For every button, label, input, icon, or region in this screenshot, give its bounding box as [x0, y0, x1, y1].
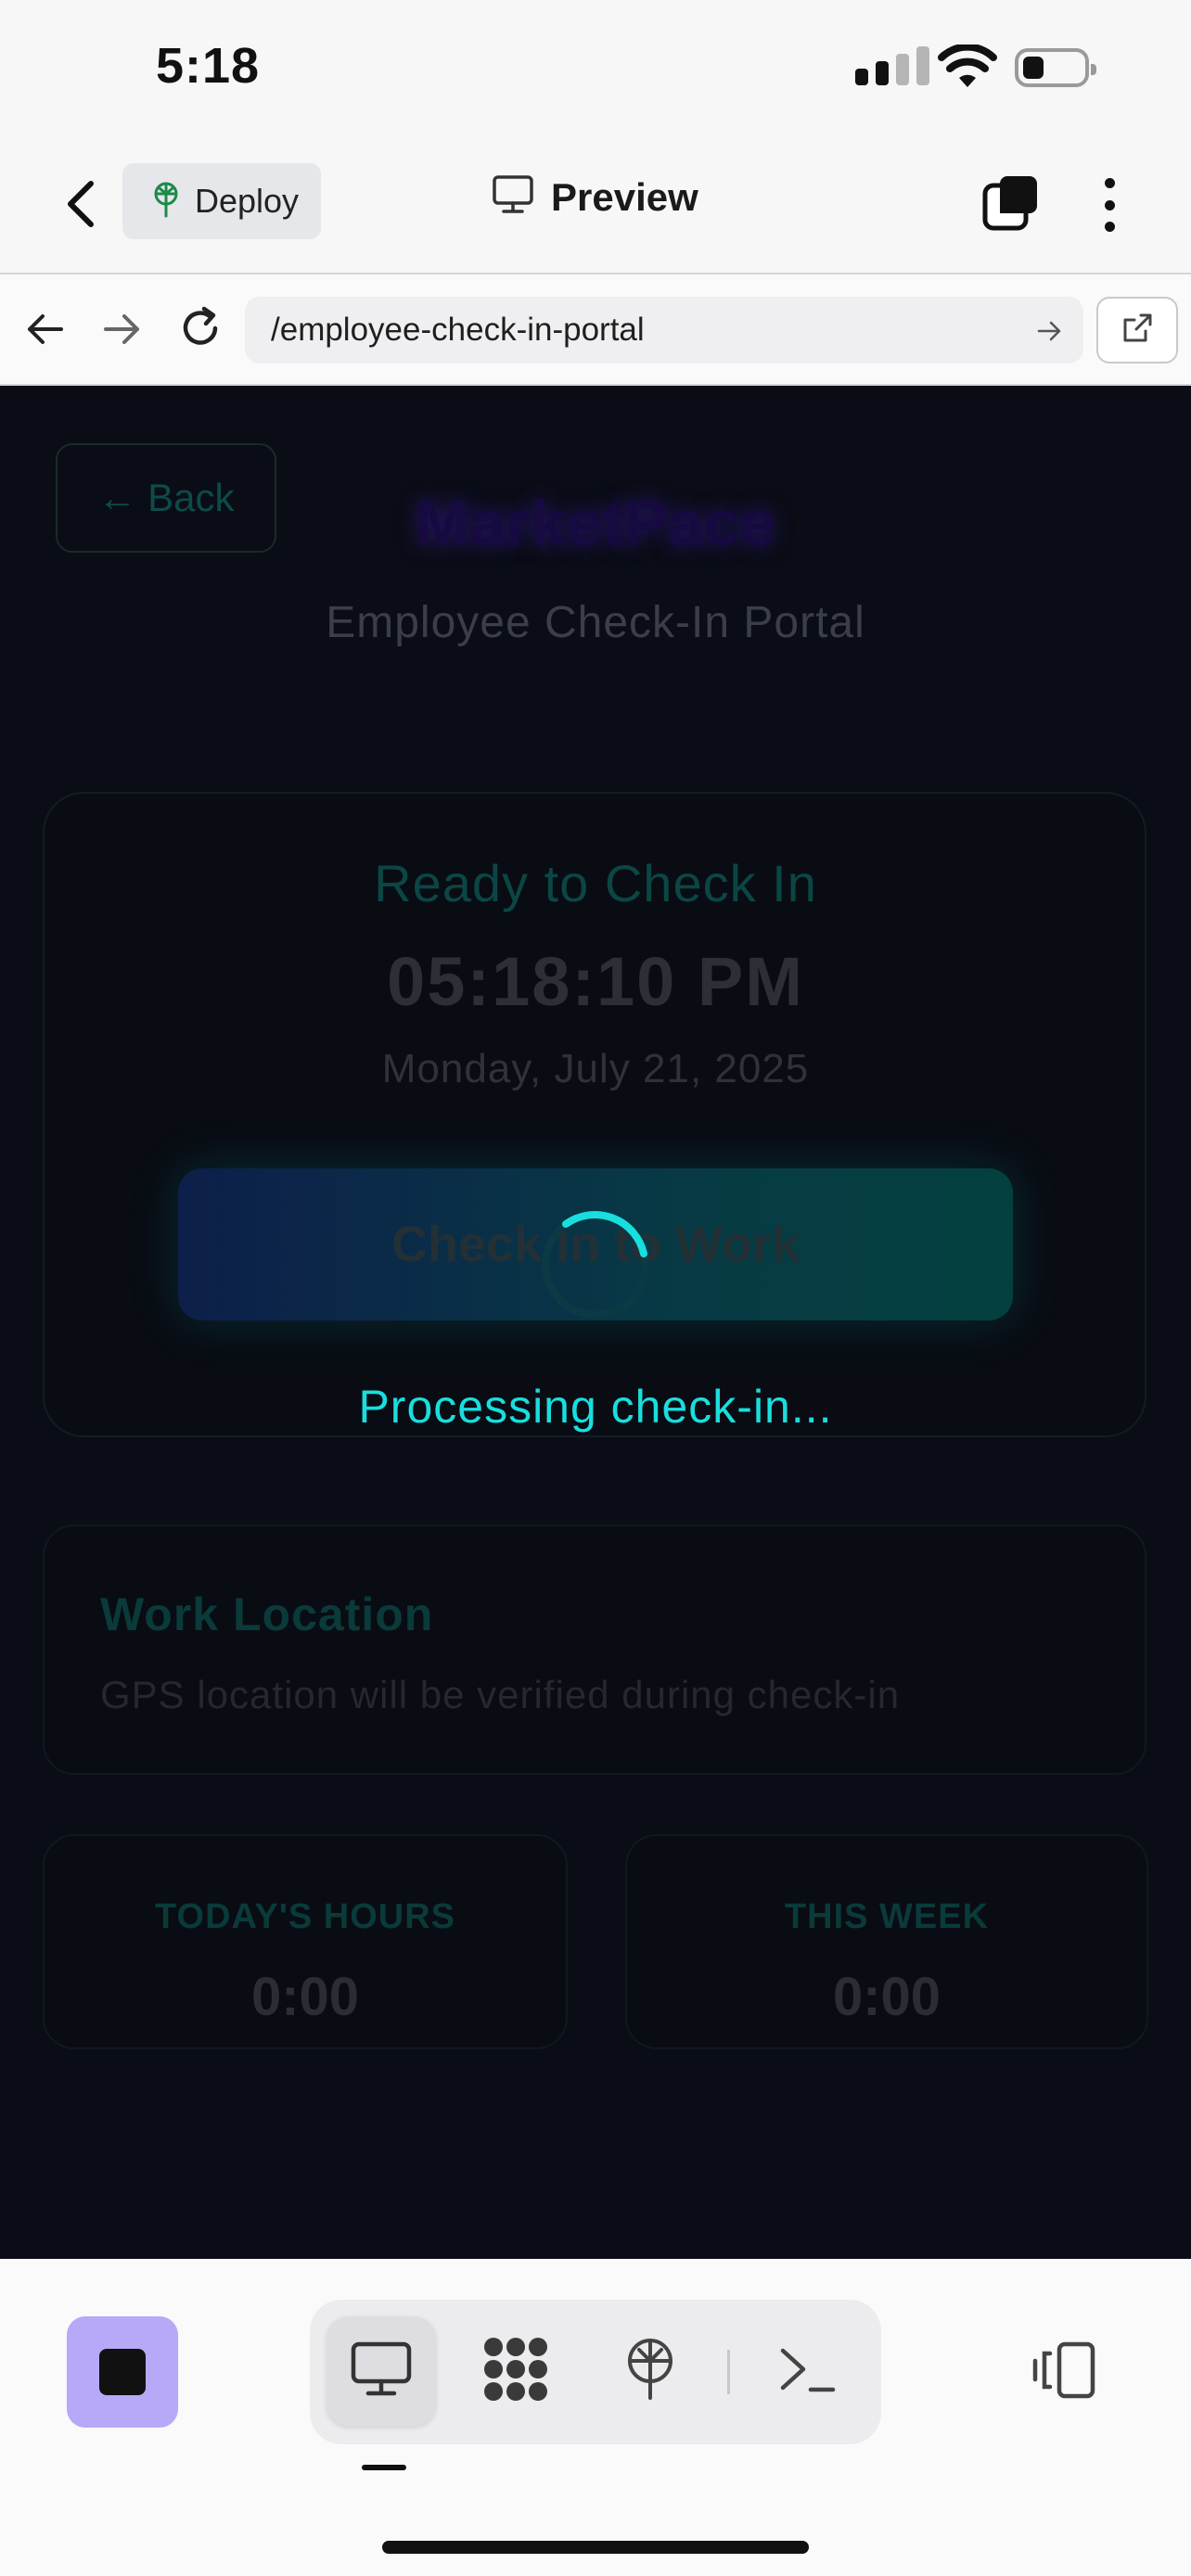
- deploy-icon: [622, 2337, 678, 2406]
- deploy-view-button[interactable]: [596, 2316, 705, 2426]
- external-link-icon: [1121, 312, 1154, 350]
- preview-label: Preview: [551, 174, 698, 219]
- work-location-description: GPS location will be verified during che…: [100, 1673, 901, 1716]
- terminal-icon: [777, 2343, 839, 2400]
- monitor-icon: [492, 174, 534, 220]
- active-tab-indicator: [362, 2465, 406, 2470]
- grid-view-button[interactable]: [461, 2316, 570, 2426]
- device-toggle-icon[interactable]: [1031, 2340, 1096, 2404]
- brand-logo: MarketPace: [415, 487, 776, 559]
- tabs-icon[interactable]: [981, 172, 1041, 236]
- work-location-title: Work Location: [100, 1588, 434, 1640]
- page-back-button[interactable]: ← Back: [56, 443, 276, 553]
- view-switcher: [310, 2300, 881, 2444]
- deploy-label: Deploy: [195, 182, 300, 220]
- kebab-menu-icon[interactable]: [1091, 172, 1128, 237]
- preview-title: Preview: [492, 174, 698, 220]
- todays-hours-value: 0:00: [250, 1967, 360, 2027]
- reload-icon[interactable]: [176, 304, 224, 357]
- status-time: 5:18: [156, 38, 261, 94]
- go-arrow-icon[interactable]: [1035, 317, 1063, 350]
- this-week-value: 0:00: [832, 1967, 941, 2027]
- this-week-label: THIS WEEK: [784, 1897, 990, 1936]
- work-location-card: [43, 1524, 1146, 1775]
- home-indicator: [382, 2541, 809, 2554]
- deploy-button[interactable]: Deploy: [122, 163, 321, 239]
- current-date: Monday, July 21, 2025: [381, 1046, 810, 1091]
- segment-divider: [727, 2350, 730, 2394]
- processing-message: Processing check-in...: [358, 1381, 833, 1433]
- desktop-view-button[interactable]: [327, 2316, 436, 2426]
- current-time: 05:18:10 PM: [387, 943, 804, 1020]
- arrow-right-icon[interactable]: [100, 308, 143, 355]
- page-back-label: ← Back: [97, 476, 235, 519]
- chevron-left-icon[interactable]: [58, 174, 104, 234]
- web-preview: ← Back MarketPace Employee Check-In Port…: [0, 386, 1191, 2259]
- app-header: Deploy Preview: [0, 139, 1191, 274]
- loading-spinner-icon: [538, 1207, 653, 1322]
- browser-toolbar: /employee-check-in-portal: [0, 274, 1191, 386]
- wifi-icon: [937, 43, 998, 94]
- stop-button[interactable]: [67, 2316, 178, 2428]
- external-link-button[interactable]: [1096, 297, 1178, 363]
- battery-icon: [1015, 48, 1096, 87]
- url-text: /employee-check-in-portal: [271, 312, 645, 348]
- url-input[interactable]: /employee-check-in-portal: [245, 297, 1083, 363]
- checkin-status: Ready to Check In: [374, 854, 817, 912]
- bottom-dock: [0, 2259, 1191, 2576]
- todays-hours-label: TODAY'S HOURS: [155, 1897, 455, 1936]
- signal-icon: [855, 46, 929, 85]
- grid-icon: [480, 2336, 551, 2407]
- desktop-icon: [350, 2340, 413, 2403]
- terminal-view-button[interactable]: [753, 2316, 863, 2426]
- page-subtitle: Employee Check-In Portal: [326, 598, 865, 647]
- stop-icon: [99, 2349, 146, 2395]
- deploy-icon: [150, 181, 182, 223]
- arrow-left-icon[interactable]: [24, 308, 67, 355]
- status-bar: 5:18: [0, 0, 1191, 139]
